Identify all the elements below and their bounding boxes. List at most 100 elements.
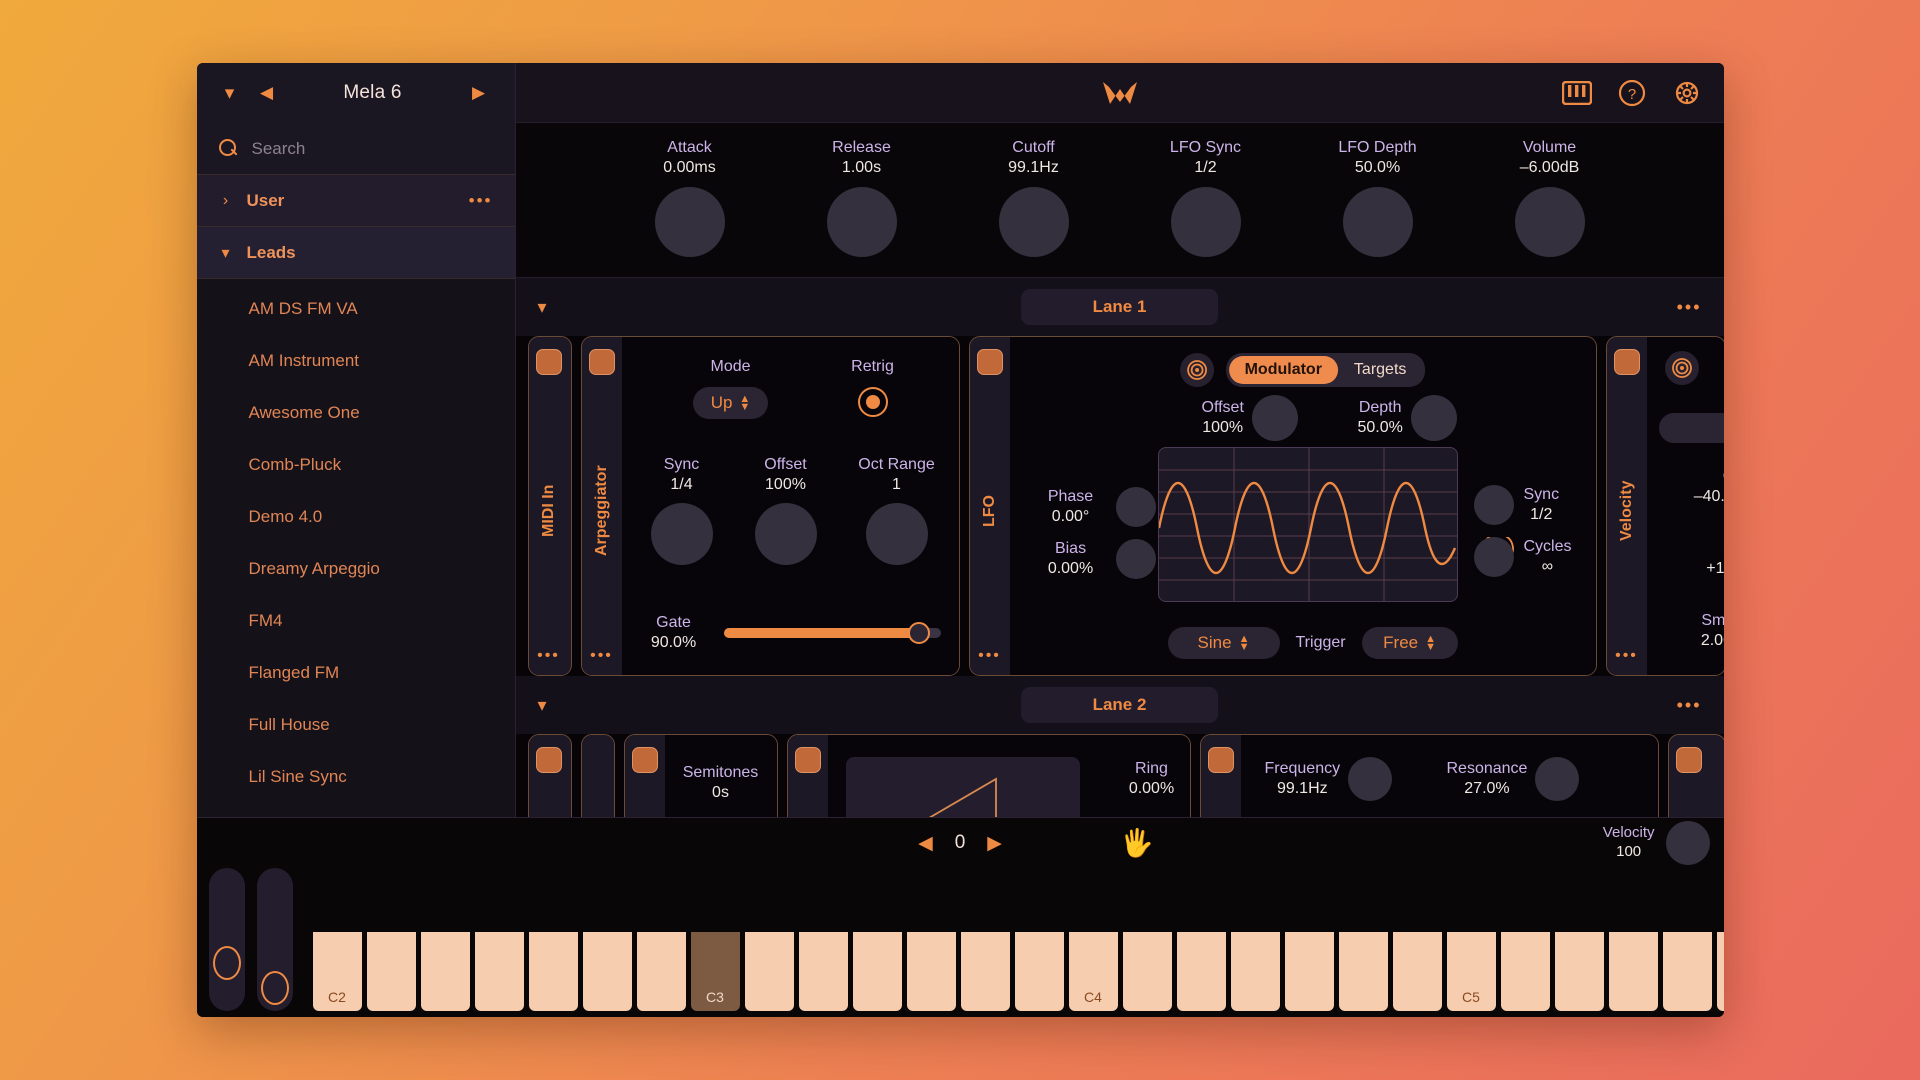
piano-white-key[interactable]	[1500, 932, 1550, 1011]
arp-knob-offset[interactable]: Offset 100%	[740, 455, 832, 565]
list-item[interactable]: Full House	[197, 699, 515, 751]
module-enable-toggle[interactable]	[588, 349, 615, 375]
piano-white-key[interactable]	[1716, 932, 1724, 1011]
tab-modulator[interactable]: Modulator	[1228, 356, 1338, 384]
macro-knob-release[interactable]: Release 1.00s	[776, 139, 948, 257]
chevron-down-icon[interactable]: ▾	[538, 695, 547, 716]
piano-white-key[interactable]	[1284, 932, 1334, 1011]
piano-white-key[interactable]	[1176, 932, 1226, 1011]
lfo-waveform-dropdown[interactable]: Sine ▲ ▼	[1167, 627, 1280, 659]
module-lane2-input[interactable]	[527, 734, 572, 817]
module-midi-in[interactable]: MIDI In •••	[527, 336, 572, 676]
previous-preset-button[interactable]: ◀	[247, 83, 287, 103]
arp-mode-dropdown[interactable]: Up ▲ ▼	[692, 387, 769, 419]
piano-white-key[interactable]	[1338, 932, 1388, 1011]
piano-white-key[interactable]	[1392, 932, 1442, 1011]
list-item[interactable]: FM4	[197, 595, 515, 647]
velocity-knob-smooth[interactable]: Smooth 2.00 ms	[1653, 611, 1724, 651]
preset-list[interactable]: AM DS FM VA AM Instrument Awesome One Co…	[196, 279, 515, 817]
list-item[interactable]: AM Instrument	[197, 335, 515, 387]
settings-gear-icon[interactable]	[1672, 78, 1702, 108]
piano-white-key[interactable]	[906, 932, 956, 1011]
module-enable-toggle[interactable]	[976, 349, 1003, 375]
module-enable-toggle[interactable]	[794, 747, 821, 773]
module-lane2-spacer[interactable]	[580, 734, 615, 817]
module-menu-icon[interactable]: •••	[537, 647, 560, 675]
knob-dial[interactable]	[998, 187, 1069, 257]
modulation-target-icon[interactable]	[1179, 353, 1214, 387]
filter-knob-frequency[interactable]: Frequency 99.1Hz	[1265, 757, 1393, 801]
next-preset-button[interactable]: ▶	[459, 83, 499, 103]
knob-dial[interactable]	[1170, 187, 1241, 257]
module-pitch[interactable]: Semitones 0s	[623, 734, 778, 817]
module-enable-toggle[interactable]	[535, 747, 562, 773]
lane-menu-icon[interactable]: •••	[1677, 297, 1702, 318]
lfo-trigger-dropdown[interactable]: Free ▲ ▼	[1361, 627, 1458, 659]
module-menu-icon[interactable]: •••	[978, 647, 1001, 675]
piano-white-key[interactable]	[1554, 932, 1604, 1011]
velocity-knob-bias[interactable]: Bias +100%	[1653, 539, 1723, 579]
piano-white-key[interactable]	[1230, 932, 1280, 1011]
list-item[interactable]: Demo 4.0	[197, 491, 515, 543]
piano-white-key[interactable]	[528, 932, 578, 1011]
list-item[interactable]: Comb-Pluck	[197, 439, 515, 491]
list-item[interactable]: Dreamy Arpeggio	[197, 543, 515, 595]
piano-white-key[interactable]	[582, 932, 632, 1011]
module-velocity[interactable]: Velocity ••• –40 +1 S 2.0	[1605, 336, 1724, 676]
velocity-source-dropdown[interactable]	[1658, 413, 1724, 443]
filter-knob-resonance[interactable]: Resonance 27.0%	[1447, 757, 1580, 801]
help-icon[interactable]: ?	[1618, 79, 1646, 107]
lfo-knob-depth[interactable]: Depth 50.0%	[1358, 395, 1457, 441]
hand-icon[interactable]: 🖐	[1120, 827, 1154, 859]
lfo-knob-phase[interactable]: Phase 0.00°	[1034, 487, 1156, 527]
piano-white-key[interactable]	[366, 932, 416, 1011]
lane-name-pill[interactable]: Lane 2	[1020, 687, 1219, 723]
list-item[interactable]: Awesome One	[197, 387, 515, 439]
module-menu-icon[interactable]: •••	[590, 647, 613, 675]
module-lane2-output[interactable]	[1667, 734, 1724, 817]
module-enable-toggle[interactable]	[1675, 747, 1702, 773]
module-filter[interactable]: Frequency 99.1Hz Resonance 27.0%	[1199, 734, 1659, 817]
arp-knob-sync[interactable]: Sync 1/4	[636, 455, 728, 565]
keyboard-keys[interactable]: C2 C3 C4 C5	[312, 868, 1724, 1011]
piano-white-key[interactable]	[744, 932, 794, 1011]
module-enable-toggle[interactable]	[631, 747, 658, 773]
macro-knob-cutoff[interactable]: Cutoff 99.1Hz	[948, 139, 1120, 257]
velocity-knob-gain[interactable]: Gain –40.0 dB	[1653, 467, 1724, 507]
lfo-knob-bias[interactable]: Bias 0.00%	[1034, 539, 1156, 579]
piano-white-key[interactable]	[1122, 932, 1172, 1011]
module-arpeggiator[interactable]: Arpeggiator ••• Mode Up ▲ ▼ Retrig Sync …	[580, 336, 960, 676]
lfo-knob-offset[interactable]: Offset 100%	[1202, 395, 1298, 441]
lfo-knob-sync[interactable]: Sync 1/2	[1473, 485, 1559, 525]
piano-white-key[interactable]	[852, 932, 902, 1011]
modulation-target-icon[interactable]	[1664, 351, 1699, 385]
arp-knob-oct-range[interactable]: Oct Range 1	[844, 455, 950, 565]
piano-white-key[interactable]: C2	[312, 932, 362, 1011]
knob-dial[interactable]	[1342, 187, 1413, 257]
lane-name-pill[interactable]: Lane 1	[1020, 289, 1219, 325]
collapse-chevron-icon[interactable]: ▾	[213, 82, 247, 105]
sidebar-group-user[interactable]: › User •••	[196, 175, 515, 227]
group-menu-icon[interactable]: •••	[469, 191, 493, 211]
lfo-waveform-display[interactable]	[1157, 447, 1458, 602]
piano-white-key[interactable]	[1014, 932, 1064, 1011]
piano-white-key[interactable]: C3	[690, 932, 740, 1011]
module-enable-toggle[interactable]	[1613, 349, 1640, 375]
oscillator-wave-display[interactable]	[845, 757, 1080, 817]
piano-white-key[interactable]	[636, 932, 686, 1011]
module-enable-toggle[interactable]	[535, 349, 562, 375]
module-lfo[interactable]: LFO ••• Modulator Targets Offset 100% De…	[968, 336, 1597, 676]
chevron-down-icon[interactable]: ▾	[538, 297, 547, 318]
list-item[interactable]: AM DS FM VA	[197, 283, 515, 335]
lane-menu-icon[interactable]: •••	[1677, 695, 1702, 716]
module-menu-icon[interactable]: •••	[1615, 647, 1638, 675]
retrig-toggle[interactable]	[857, 387, 888, 417]
gate-slider[interactable]	[723, 622, 941, 644]
macro-knob-attack[interactable]: Attack 0.00ms	[604, 139, 776, 257]
octave-up-button[interactable]: ▶	[987, 832, 1002, 855]
search-input[interactable]	[251, 138, 493, 159]
piano-white-key[interactable]	[960, 932, 1010, 1011]
piano-white-key[interactable]: C5	[1446, 932, 1496, 1011]
keyboard-icon[interactable]	[1561, 81, 1592, 105]
sidebar-group-leads[interactable]: ▾ Leads	[196, 227, 515, 279]
